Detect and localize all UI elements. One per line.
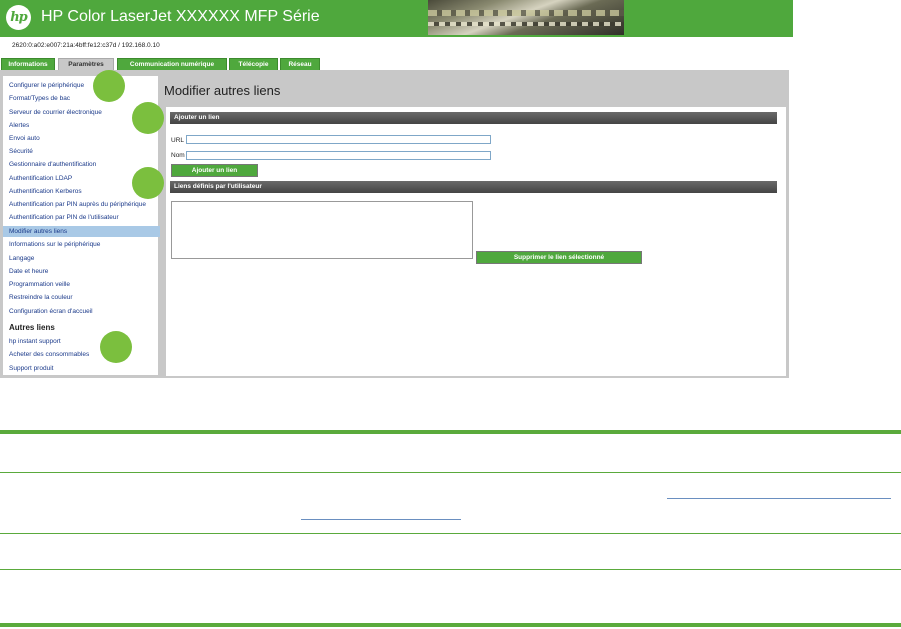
sidebar-item-authentification-kerberos[interactable]: Authentification Kerberos [9,188,82,195]
app-title: HP Color LaserJet XXXXXX MFP Série [41,8,320,25]
sidebar-item-envoi-auto[interactable]: Envoi auto [9,135,40,142]
add-link-section-header: Ajouter un lien [170,112,777,124]
hp-logo: hp [6,5,31,30]
callout-marker-1 [93,70,125,102]
sidebar-item-configurer-peripherique[interactable]: Configurer le périphérique [9,82,84,89]
sidebar-item-modifier-autres-liens[interactable]: Modifier autres liens [3,226,160,237]
other-links-heading: Autres liens [9,323,55,332]
sidebar-item-gestionnaire-authentification[interactable]: Gestionnaire d'authentification [9,161,96,168]
table-bottom-rule [0,623,901,627]
name-field[interactable] [186,151,491,160]
sidebar-item-format-types-bac[interactable]: Format/Types de bac [9,95,70,102]
sidebar-item-configuration-ecran-accueil[interactable]: Configuration écran d'accueil [9,308,93,315]
sidebar-item-langage[interactable]: Langage [9,255,34,262]
name-label: Nom [171,152,185,159]
header-banner-image [428,0,624,35]
callout-marker-4 [100,331,132,363]
sidebar-item-serveur-courrier[interactable]: Serveur de courrier électronique [9,109,102,116]
sidebar-item-programmation-veille[interactable]: Programmation veille [9,281,70,288]
sidebar-item-securite[interactable]: Sécurité [9,148,33,155]
callout-marker-2 [132,102,164,134]
other-link-acheter-consommables[interactable]: Acheter des consommables [9,351,89,358]
url-label: URL [171,137,185,144]
url-field[interactable] [186,135,491,144]
table-row-rule [0,569,901,570]
device-address: 2620:0:a02:e007:21a:4bff:fe12:c37d / 192… [12,42,160,49]
sidebar-item-alertes[interactable]: Alertes [9,122,29,129]
table-header-rule [0,472,901,473]
sidebar-item-informations-peripherique[interactable]: Informations sur le périphérique [9,241,100,248]
table-link-underline[interactable] [667,498,891,499]
other-link-hp-instant-support[interactable]: hp instant support [9,338,61,345]
table-link-underline[interactable] [301,519,461,520]
callout-marker-3 [132,167,164,199]
sidebar-item-authentification-ldap[interactable]: Authentification LDAP [9,175,72,182]
delete-selected-link-button[interactable]: Supprimer le lien sélectionné [476,251,642,264]
other-link-support-produit[interactable]: Support produit [9,365,53,372]
table-row-rule [0,533,901,534]
sidebar-item-restreindre-couleur[interactable]: Restreindre la couleur [9,294,73,301]
add-link-button[interactable]: Ajouter un lien [171,164,258,177]
page-title: Modifier autres liens [164,83,281,98]
table-top-rule [0,430,901,434]
sidebar-item-pin-utilisateur[interactable]: Authentification par PIN de l'utilisateu… [9,214,119,221]
user-links-list[interactable] [171,201,473,259]
sidebar-item-pin-peripherique[interactable]: Authentification par PIN auprès du périp… [9,201,146,208]
user-links-section-header: Liens définis par l'utilisateur [170,181,777,193]
sidebar-item-date-heure[interactable]: Date et heure [9,268,48,275]
